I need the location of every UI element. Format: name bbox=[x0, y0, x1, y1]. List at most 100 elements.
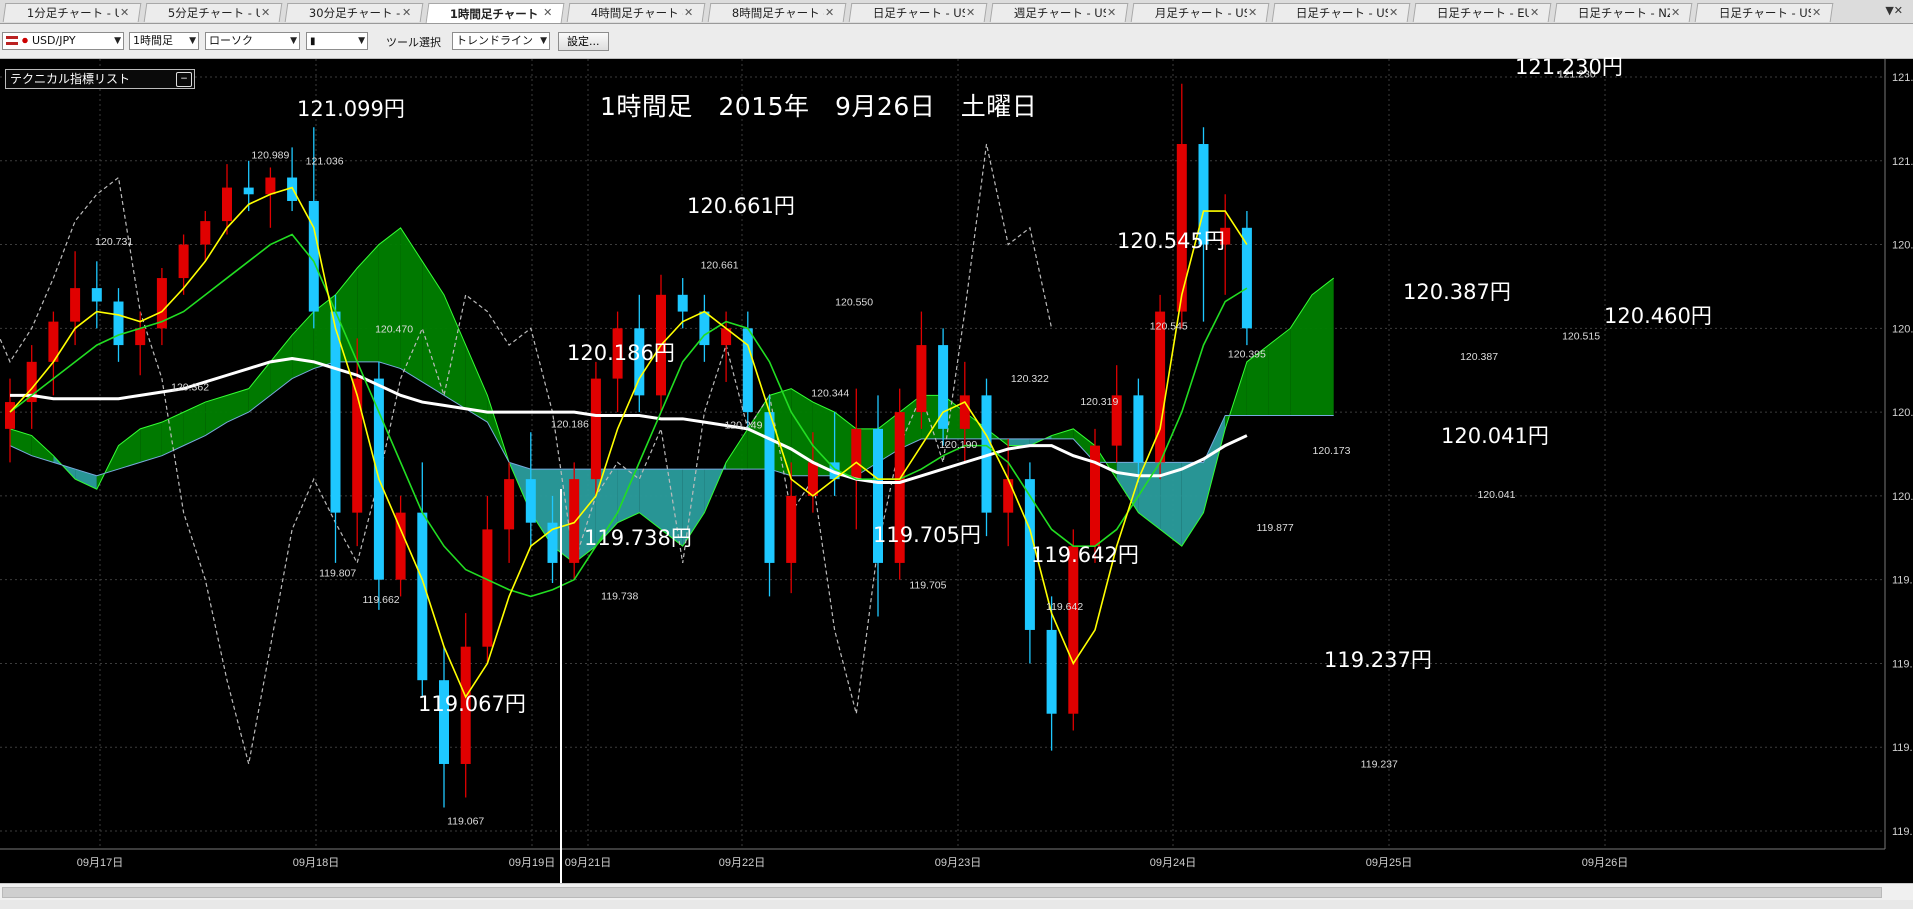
tab-label: 日足チャート - USD/ bbox=[1295, 6, 1388, 20]
ichimoku-cloud-segment bbox=[248, 361, 271, 413]
chevron-down-icon: ▼ bbox=[290, 36, 297, 46]
indicator-panel-label: テクニカル指標リスト bbox=[10, 72, 131, 86]
time-axis-tick-label: 09月26日 bbox=[1582, 857, 1628, 869]
candle-body bbox=[851, 428, 862, 480]
close-icon[interactable]: ✕ bbox=[1671, 6, 1680, 19]
candlestick-chart[interactable]: 121.25 121.00 120.75 120.50 120.25 120.00 119.… bbox=[0, 59, 1913, 883]
ichimoku-cloud-segment bbox=[639, 469, 661, 530]
horizontal-scrollbar[interactable] bbox=[0, 883, 1913, 901]
candle-body bbox=[590, 378, 601, 480]
price-label: 121.036 bbox=[306, 156, 344, 168]
price-label: 119.877 bbox=[1257, 522, 1294, 534]
tab-3[interactable]: 30分足チャート - US✕ bbox=[284, 3, 424, 22]
scrollbar-thumb[interactable] bbox=[2, 887, 1882, 898]
price-label: 119.642 bbox=[1046, 601, 1083, 613]
drawing-tool-select[interactable]: トレンドライン ▼ bbox=[452, 32, 550, 50]
close-icon[interactable]: ✕ bbox=[825, 6, 834, 19]
price-label: 120.545 bbox=[1150, 320, 1188, 332]
candle-body bbox=[91, 288, 102, 302]
candle-body bbox=[5, 402, 15, 429]
tab-label: 1時間足チャート - U bbox=[449, 6, 542, 21]
candle-body bbox=[417, 512, 428, 681]
time-axis-tick-label: 09月24日 bbox=[1150, 857, 1196, 869]
close-icon[interactable]: ✕ bbox=[966, 6, 975, 19]
close-icon[interactable]: ✕ bbox=[1248, 6, 1257, 19]
price-annotation: 119.237円 bbox=[1324, 648, 1432, 672]
currency-pair-value: USD/JPY bbox=[32, 34, 76, 47]
tab-7[interactable]: 日足チャート - USD/✕ bbox=[848, 3, 988, 22]
chart-area[interactable]: 121.25 121.00 120.75 120.50 120.25 120.00 119.… bbox=[0, 55, 1913, 883]
close-icon[interactable]: ✕ bbox=[684, 6, 693, 19]
tab-label: 月足チャート - USD/ bbox=[1154, 6, 1247, 20]
time-axis-tick-label: 09月23日 bbox=[935, 857, 981, 869]
candle-style-select[interactable]: ▮ ▼ bbox=[306, 32, 368, 50]
ichimoku-cloud-segment bbox=[422, 261, 444, 396]
price-annotation: 121.099円 bbox=[297, 97, 405, 121]
tab-6[interactable]: 8時間足チャート - U✕ bbox=[707, 3, 847, 22]
close-icon[interactable]: ✕ bbox=[261, 6, 270, 19]
candle-body bbox=[916, 345, 927, 413]
ichimoku-cloud-segment bbox=[292, 311, 314, 379]
candle-body bbox=[525, 479, 536, 523]
candle-body bbox=[352, 378, 363, 513]
candle-body bbox=[178, 244, 189, 279]
price-axis-tick-label: 120.75 bbox=[1892, 240, 1913, 252]
tab-4[interactable]: 1時間足チャート - U✕ bbox=[425, 3, 565, 23]
tab-13[interactable]: 日足チャート - USD/✕ bbox=[1694, 3, 1834, 22]
ichimoku-cloud-segment bbox=[1181, 462, 1204, 547]
close-icon[interactable]: ✕ bbox=[1107, 6, 1116, 19]
tab-12[interactable]: 日足チャート - NZD/✕ bbox=[1553, 3, 1693, 22]
candle-body bbox=[243, 187, 254, 195]
close-icon[interactable]: ✕ bbox=[1530, 6, 1539, 19]
ichimoku-cloud-segment bbox=[378, 227, 401, 369]
ichimoku-cloud-segment bbox=[1290, 294, 1312, 416]
price-annotation: 119.705円 bbox=[873, 523, 981, 547]
candle-body bbox=[70, 288, 81, 322]
timeframe-select[interactable]: 1時間足 ▼ bbox=[129, 32, 199, 50]
price-label: 119.807 bbox=[319, 568, 356, 580]
time-axis-tick-label: 09月18日 bbox=[293, 857, 339, 869]
settings-button[interactable]: 設定... bbox=[558, 32, 609, 51]
price-label: 120.550 bbox=[835, 297, 873, 309]
tab-1[interactable]: 1分足チャート - US ✕ bbox=[2, 3, 142, 22]
tab-9[interactable]: 月足チャート - USD/✕ bbox=[1130, 3, 1270, 22]
chart-title: 1時間足 2015年 9月26日 土曜日 bbox=[600, 92, 1038, 121]
currency-pair-select[interactable]: USD/JPY ▼ bbox=[2, 32, 124, 50]
price-label: 120.173 bbox=[1313, 445, 1351, 457]
price-label: 120.041 bbox=[1477, 489, 1515, 501]
tab-5[interactable]: 4時間足チャート - U✕ bbox=[566, 3, 706, 22]
panel-minimize-icon[interactable]: − bbox=[176, 72, 192, 87]
technical-indicator-list-panel[interactable]: テクニカル指標リスト − bbox=[5, 69, 195, 89]
close-icon[interactable]: ✕ bbox=[1389, 6, 1398, 19]
price-label: 120.515 bbox=[1562, 330, 1600, 342]
price-axis-tick-label: 119.25 bbox=[1892, 742, 1913, 754]
tab-label: 8時間足チャート - U bbox=[731, 6, 824, 20]
tab-label: 週足チャート - USD/ bbox=[1013, 6, 1106, 20]
candle-body bbox=[504, 479, 515, 530]
price-annotation: 119.642円 bbox=[1031, 543, 1139, 567]
timeframe-value: 1時間足 bbox=[133, 34, 173, 47]
tab-11[interactable]: 日足チャート - EUR/✕ bbox=[1412, 3, 1552, 22]
tab-10[interactable]: 日足チャート - USD/✕ bbox=[1271, 3, 1411, 22]
chart-type-select[interactable]: ローソク ▼ bbox=[205, 32, 300, 50]
close-icon[interactable]: ✕ bbox=[543, 6, 552, 19]
close-icon[interactable]: ✕ bbox=[402, 6, 411, 19]
close-icon[interactable]: ✕ bbox=[1812, 6, 1821, 19]
drawing-tool-value: トレンドライン bbox=[456, 34, 533, 47]
candle-body bbox=[482, 529, 493, 647]
tab-2[interactable]: 5分足チャート - US ✕ bbox=[143, 3, 283, 22]
short-moving-average-line bbox=[9, 186, 1248, 699]
ichimoku-cloud-segment bbox=[10, 428, 32, 456]
price-label: 120.989 bbox=[251, 149, 289, 161]
price-label: 120.387 bbox=[1460, 351, 1498, 363]
candle-body bbox=[1241, 227, 1252, 329]
ichimoku-cloud-segment bbox=[270, 335, 293, 396]
ichimoku-cloud-segment bbox=[183, 402, 206, 446]
close-icon[interactable]: ✕ bbox=[120, 6, 129, 19]
price-label: 119.705 bbox=[909, 580, 946, 592]
tab-8[interactable]: 週足チャート - USD/✕ bbox=[989, 3, 1129, 22]
price-label: 120.186 bbox=[551, 419, 589, 431]
price-annotation: 120.041円 bbox=[1441, 424, 1549, 448]
tab-list-menu-icon[interactable]: ▼✕ bbox=[1885, 4, 1903, 17]
price-annotation: 119.738円 bbox=[584, 526, 692, 550]
